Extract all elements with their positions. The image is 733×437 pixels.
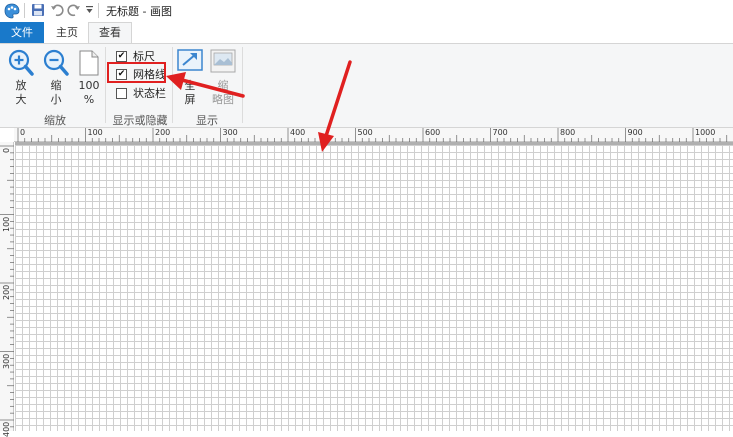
group-separator bbox=[105, 47, 106, 123]
zoom-100-label: 100 % bbox=[78, 79, 100, 106]
fullscreen-button[interactable]: 全 屏 bbox=[176, 47, 204, 109]
thumbnail-button[interactable]: 缩 略图 bbox=[208, 47, 238, 109]
zoom-out-button[interactable]: 缩 小 bbox=[42, 47, 70, 109]
gridlines-highlight-box bbox=[107, 62, 166, 83]
horizontal-ruler-label: 800 bbox=[560, 128, 576, 137]
zoom-out-label: 缩 小 bbox=[50, 79, 62, 106]
horizontal-ruler-label: 100 bbox=[87, 128, 103, 137]
display-group-label: 显示 bbox=[196, 114, 218, 127]
zoom-group-label: 缩放 bbox=[44, 114, 66, 127]
redo-icon[interactable] bbox=[67, 3, 81, 17]
save-icon[interactable] bbox=[31, 3, 45, 17]
vertical-ruler-label: 0 bbox=[2, 147, 11, 153]
title-bar: 无标题 - 画图 bbox=[0, 0, 733, 22]
zoom-in-button[interactable]: 放 大 bbox=[7, 47, 35, 109]
horizontal-ruler-label: 900 bbox=[627, 128, 643, 137]
status-bar-checkbox-row[interactable]: 状态栏 bbox=[116, 85, 166, 101]
vertical-ruler-label: 300 bbox=[2, 353, 11, 369]
drawing-canvas[interactable] bbox=[15, 145, 733, 431]
rulers-checkbox[interactable]: ✔ bbox=[116, 50, 127, 62]
horizontal-ruler-label: 1000 bbox=[695, 128, 716, 137]
thumbnail-icon bbox=[210, 49, 236, 73]
status-bar-checkbox[interactable] bbox=[116, 87, 127, 99]
vertical-ruler: 0 100 200 300 400 bbox=[0, 142, 14, 437]
horizontal-ruler-ticks bbox=[17, 128, 728, 142]
group-separator bbox=[242, 47, 243, 123]
horizontal-ruler-label: 500 bbox=[357, 128, 373, 137]
group-separator bbox=[172, 47, 173, 123]
show-hide-group-label: 显示或隐藏 bbox=[112, 114, 168, 127]
titlebar-separator bbox=[24, 3, 25, 18]
tab-home[interactable]: 主页 bbox=[48, 22, 86, 43]
thumbnail-label: 缩 略图 bbox=[212, 79, 234, 106]
paint-app-icon[interactable] bbox=[4, 3, 20, 19]
tab-file[interactable]: 文件 bbox=[0, 22, 44, 43]
horizontal-ruler-label: 400 bbox=[290, 128, 306, 137]
window-title: 无标题 - 画图 bbox=[106, 5, 172, 18]
horizontal-ruler-label: 600 bbox=[425, 128, 441, 137]
fullscreen-icon bbox=[177, 49, 203, 71]
status-bar-label: 状态栏 bbox=[133, 87, 166, 100]
horizontal-ruler: 0 100 200 300 400 500 600 700 800 900 1000 bbox=[14, 128, 733, 142]
fullscreen-label: 全 屏 bbox=[184, 79, 196, 106]
horizontal-ruler-label: 700 bbox=[492, 128, 508, 137]
zoom-in-icon bbox=[8, 49, 34, 76]
horizontal-ruler-label: 300 bbox=[222, 128, 238, 137]
page-icon bbox=[79, 50, 99, 76]
customize-toolbar-icon[interactable] bbox=[85, 5, 94, 15]
titlebar-separator bbox=[98, 3, 99, 18]
horizontal-ruler-label: 0 bbox=[20, 128, 26, 137]
tab-view[interactable]: 查看 bbox=[88, 22, 132, 43]
horizontal-ruler-label: 200 bbox=[155, 128, 171, 137]
vertical-ruler-label: 400 bbox=[2, 421, 11, 437]
zoom-out-icon bbox=[43, 49, 69, 76]
vertical-ruler-label: 100 bbox=[2, 216, 11, 232]
zoom-in-label: 放 大 bbox=[15, 79, 27, 106]
ribbon-tabs: 文件 主页 查看 bbox=[0, 22, 733, 43]
undo-icon[interactable] bbox=[50, 3, 64, 17]
zoom-100-button[interactable]: 100 % bbox=[76, 47, 102, 109]
vertical-ruler-label: 200 bbox=[2, 284, 11, 300]
